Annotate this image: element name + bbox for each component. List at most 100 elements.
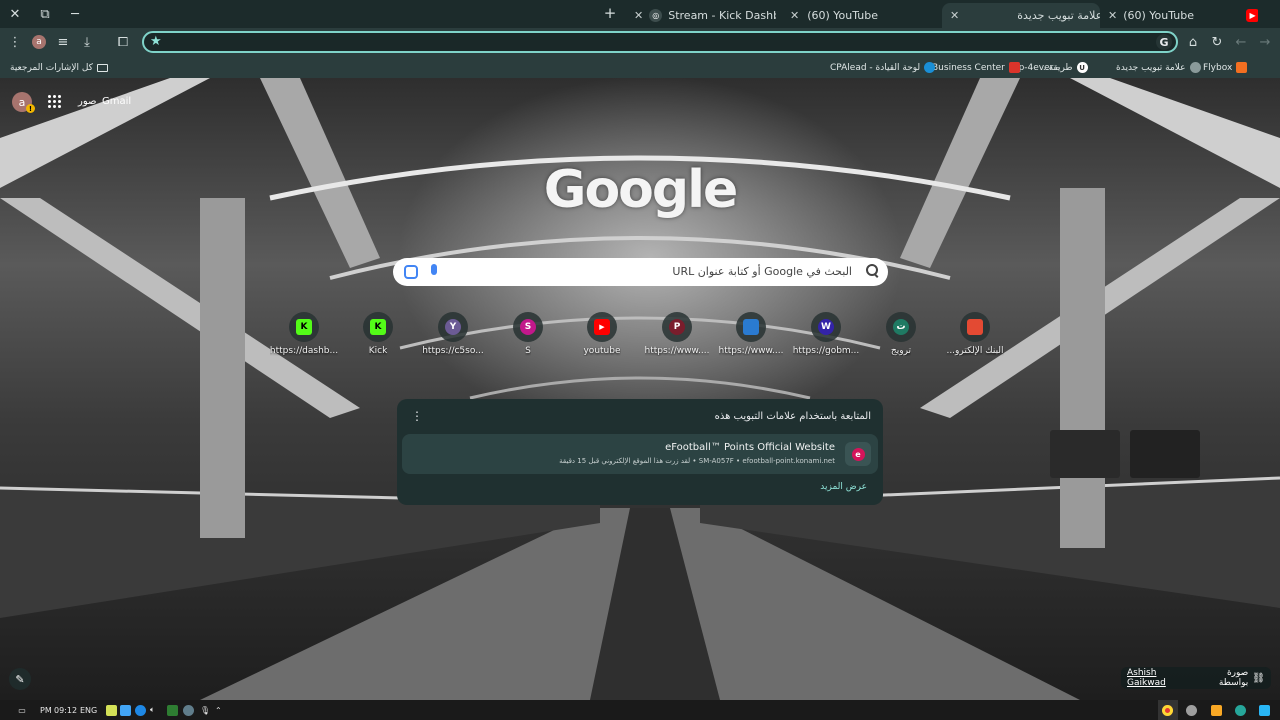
download-icon[interactable]: ⤓ (78, 33, 96, 51)
shortcut-tile[interactable]: ت ترويج (864, 312, 938, 368)
edge-taskbar-icon[interactable] (1235, 703, 1246, 717)
shortcut-tile[interactable]: البنك الإلكترو... (938, 312, 1012, 368)
shortcut-tile[interactable]: K https://dashb... (267, 312, 341, 368)
shortcut-label: https://www.... (644, 346, 710, 356)
edge-tray-icon[interactable] (135, 703, 146, 717)
search-input[interactable]: البحث في Google أو كتابة عنوان URL (393, 258, 888, 286)
shortcut-label: https://c5so... (422, 346, 484, 356)
microphone-icon[interactable] (431, 264, 437, 275)
images-link[interactable]: صور (78, 96, 97, 107)
tab-new-tab[interactable]: ✕ علامة تبويب جديدة ◎ (942, 3, 1100, 28)
extensions-icon[interactable]: ⧠ (114, 33, 132, 51)
bookmark-label: علامة تبويب جديدة (1116, 62, 1186, 73)
shortcut-tile[interactable]: K Kick (341, 312, 415, 368)
close-tab-icon[interactable]: ✕ (634, 9, 643, 22)
shortcut-tile[interactable]: W https://gobm... (789, 312, 863, 368)
close-tab-icon[interactable]: ✕ (950, 9, 959, 22)
bookmark-cpalead[interactable]: لوحة القيادة - CPAlead (830, 60, 936, 75)
bookmark-new-tab[interactable]: علامة تبويب جديدة (1116, 60, 1201, 75)
more-options-icon[interactable]: ⋮ (411, 409, 423, 423)
chrome-alt-taskbar-icon[interactable] (1186, 703, 1197, 717)
minimize-window-icon[interactable]: ─ (60, 0, 90, 28)
close-window-icon[interactable]: ✕ (0, 0, 30, 28)
letter-ta-icon: ت (893, 319, 909, 335)
shortcut-tile[interactable]: P https://www.... (640, 312, 714, 368)
bookmark-star-icon[interactable]: ★ (150, 34, 162, 49)
customize-pencil-icon[interactable]: ✎ (9, 668, 31, 690)
back-icon[interactable]: → (1256, 33, 1274, 51)
forward-icon[interactable]: ← (1232, 33, 1250, 51)
photo-credit[interactable]: Ashish Gaikwad صورة بواسطة ⛓ (1121, 667, 1271, 689)
u-icon: U (1076, 62, 1088, 73)
bookmarks-bar: كل الإشارات المرجعية Flybox علامة تبويب … (0, 56, 1280, 78)
shortcut-tile[interactable]: https://www.... (714, 312, 788, 368)
tab-kick-dashboard[interactable]: ✕ ◎ Stream - Kick Dashboard K (626, 3, 776, 28)
shortcut-tile[interactable]: S S (491, 312, 565, 368)
avatar: a (32, 35, 46, 49)
steam-tray-icon[interactable] (183, 703, 194, 717)
file-explorer-icon[interactable] (1211, 703, 1222, 717)
shortcut-tile[interactable]: Y https://c5so... (416, 312, 490, 368)
network-tray-icon[interactable] (120, 703, 131, 717)
bookmark-business-center[interactable]: Business Center (932, 60, 1020, 75)
youtube-icon: ▶ (1246, 9, 1258, 22)
notifications-icon[interactable]: ▭ (16, 703, 28, 717)
letter-s-icon: S (520, 319, 536, 335)
letter-p-icon: P (669, 319, 685, 335)
taskbar: ▭ PM 09:12 ENG 🔈︎ 🎙︎ ⌃ (0, 700, 1280, 720)
profile-avatar[interactable]: a (30, 33, 48, 51)
cpalead-icon (924, 62, 936, 73)
app-tray-icon[interactable] (167, 703, 178, 717)
all-bookmarks-button[interactable]: كل الإشارات المرجعية (10, 60, 108, 75)
google-lens-icon[interactable]: G (1156, 34, 1172, 50)
continue-tabs-panel: ⋮ المتابعة باستخدام علامات التبويب هذه e… (397, 399, 883, 505)
tab-title: (60) YouTube (1123, 9, 1195, 22)
tab-youtube-1[interactable]: ✕ (60) YouTube ▶ (782, 3, 940, 28)
google-lens-icon[interactable] (404, 265, 418, 279)
shortcut-label: S (525, 346, 531, 356)
reload-icon[interactable]: ↻ (1208, 33, 1226, 51)
all-bookmarks-label: كل الإشارات المرجعية (10, 62, 93, 73)
volume-icon[interactable]: 🔈︎ (150, 703, 155, 717)
address-bar[interactable]: ★ G (142, 31, 1178, 53)
close-tab-icon[interactable]: ✕ (1108, 9, 1117, 22)
site-icon (743, 319, 759, 335)
tab-title: (60) YouTube (807, 9, 879, 22)
item-subtitle: SM-A057F • efootball-point.konami.net • … (559, 457, 835, 465)
credit-author[interactable]: Ashish Gaikwad (1127, 668, 1194, 688)
bookmark-label: Flybox (1203, 62, 1233, 73)
gmail-link[interactable]: Gmail (102, 96, 131, 107)
new-tab-button[interactable]: + (601, 4, 619, 22)
tab-search-icon[interactable]: ≡ (54, 33, 72, 51)
tab-title: Stream - Kick Dashboard (668, 9, 776, 22)
continue-tab-item[interactable]: eFootball™ Points Official Website SM-A0… (402, 434, 878, 474)
windows-start-icon[interactable] (1259, 703, 1270, 717)
restore-window-icon[interactable]: ⧉ (30, 0, 60, 28)
bookmark-flybox[interactable]: Flybox (1203, 60, 1248, 75)
shortcut-tile[interactable]: ▶ youtube (565, 312, 639, 368)
google-logo: Google (543, 160, 738, 220)
clock-time[interactable]: 09:12 (54, 703, 77, 717)
security-tray-icon[interactable] (106, 703, 117, 717)
menu-kebab-icon[interactable]: ⋮ (6, 33, 24, 51)
shortcut-label: ترويج (890, 346, 912, 356)
microphone-tray-icon[interactable]: 🎙︎ (200, 703, 210, 717)
tab-title: علامة تبويب جديدة (1017, 9, 1100, 22)
shortcut-label: https://dashb... (269, 346, 339, 356)
show-more-link[interactable]: عرض المزيد (820, 482, 867, 492)
letter-w-icon: W (818, 319, 834, 335)
google-apps-icon[interactable] (48, 95, 62, 109)
business-center-icon (1008, 62, 1020, 73)
chevron-up-icon[interactable]: ⌃ (215, 703, 222, 717)
search-icon (866, 264, 878, 276)
language-indicator[interactable]: ENG (80, 703, 97, 717)
home-icon[interactable]: ⌂ (1184, 33, 1202, 51)
chrome-taskbar-icon[interactable] (1162, 703, 1173, 717)
shortcut-label: https://www.... (718, 346, 784, 356)
tab-youtube-2[interactable]: ✕ (60) YouTube ▶ (1100, 3, 1258, 28)
youtube-icon: ▶ (594, 319, 610, 335)
close-tab-icon[interactable]: ✕ (790, 9, 799, 22)
shortcut-label: youtube (583, 346, 621, 356)
item-title: eFootball™ Points Official Website (665, 442, 835, 453)
efootball-icon: e (845, 442, 871, 466)
